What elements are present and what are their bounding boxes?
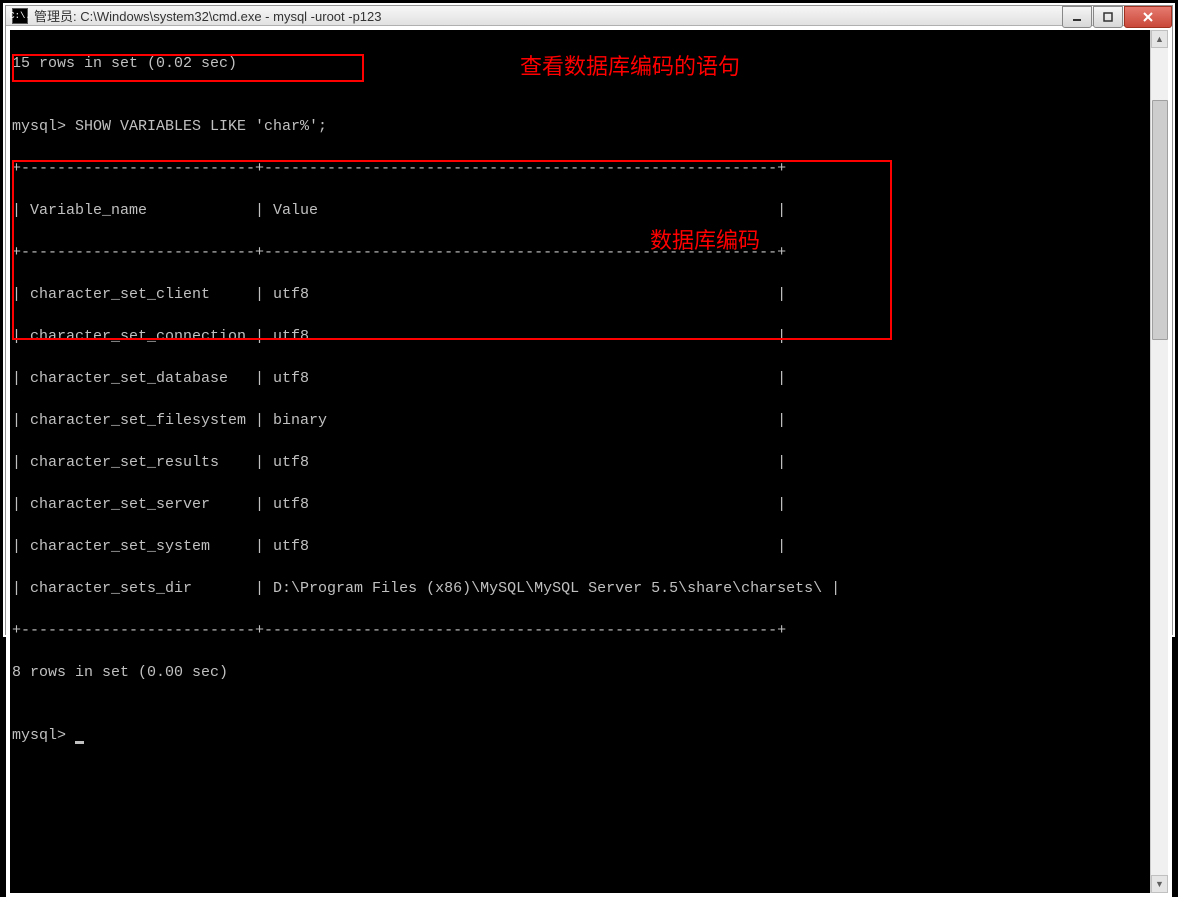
table-row: | character_set_filesystem | binary | <box>10 410 1150 431</box>
terminal[interactable]: 15 rows in set (0.02 sec) mysql> SHOW VA… <box>10 30 1150 893</box>
cursor-icon <box>75 741 84 744</box>
result-summary: 8 rows in set (0.00 sec) <box>10 662 1150 683</box>
table-separator: +--------------------------+------------… <box>10 158 1150 179</box>
table-row: | character_set_connection | utf8 | <box>10 326 1150 347</box>
table-row: | character_set_client | utf8 | <box>10 284 1150 305</box>
table-row: | character_set_server | utf8 | <box>10 494 1150 515</box>
table-header: | Variable_name | Value | <box>10 200 1150 221</box>
window-controls <box>1061 6 1172 28</box>
scroll-up-button[interactable]: ▲ <box>1151 30 1168 48</box>
maximize-button[interactable] <box>1093 6 1123 28</box>
prev-result-line: 15 rows in set (0.02 sec) <box>10 53 1150 74</box>
scrollbar[interactable]: ▲ ▼ <box>1150 30 1168 893</box>
minimize-button[interactable] <box>1062 6 1092 28</box>
scroll-down-button[interactable]: ▼ <box>1151 875 1168 893</box>
close-button[interactable] <box>1124 6 1172 28</box>
query-line: mysql> SHOW VARIABLES LIKE 'char%'; <box>10 116 1150 137</box>
table-row: | character_sets_dir | D:\Program Files … <box>10 578 1150 599</box>
prompt-line: mysql> <box>10 725 1150 746</box>
terminal-area: 15 rows in set (0.02 sec) mysql> SHOW VA… <box>6 26 1172 897</box>
scroll-thumb[interactable] <box>1152 100 1168 340</box>
titlebar[interactable]: C:\. 管理员: C:\Windows\system32\cmd.exe - … <box>6 6 1172 26</box>
table-separator: +--------------------------+------------… <box>10 242 1150 263</box>
table-row: | character_set_system | utf8 | <box>10 536 1150 557</box>
table-row: | character_set_results | utf8 | <box>10 452 1150 473</box>
titlebar-text: 管理员: C:\Windows\system32\cmd.exe - mysql… <box>34 6 382 25</box>
cmd-window: C:\. 管理员: C:\Windows\system32\cmd.exe - … <box>5 5 1173 635</box>
table-row: | character_set_database | utf8 | <box>10 368 1150 389</box>
table-separator: +--------------------------+------------… <box>10 620 1150 641</box>
titlebar-icon: C:\. <box>12 8 28 24</box>
